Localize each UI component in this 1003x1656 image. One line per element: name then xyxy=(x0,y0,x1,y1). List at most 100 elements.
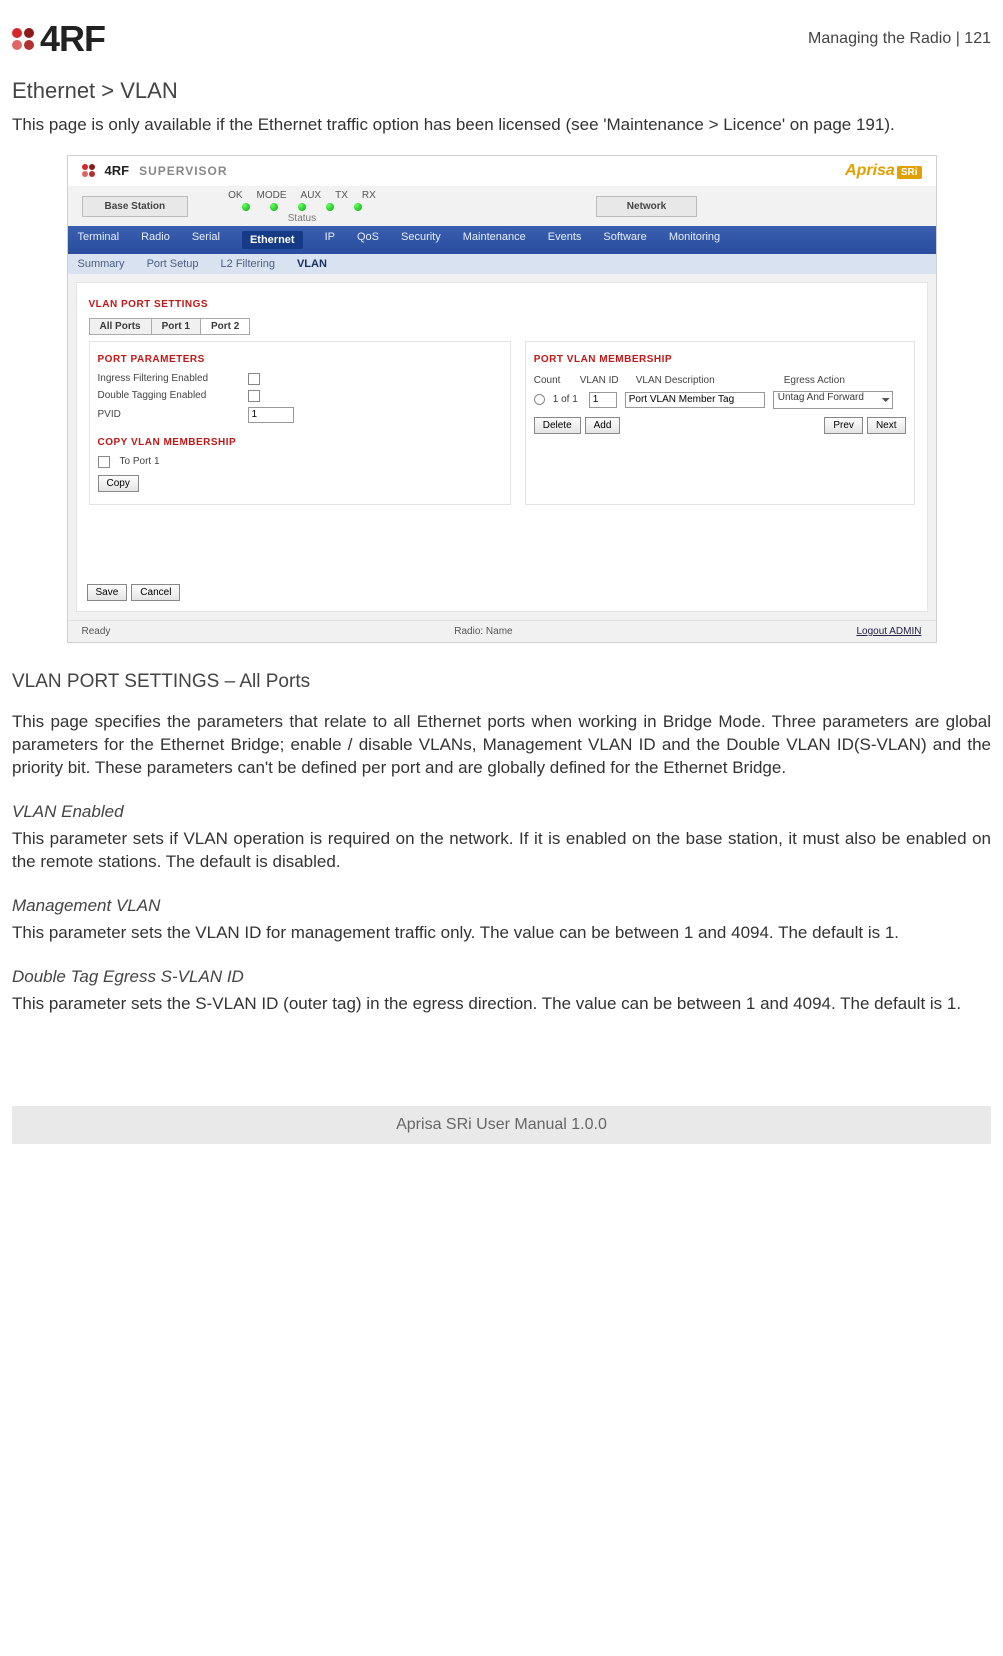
param-heading: VLAN Enabled xyxy=(12,802,991,822)
app-header: 4RF SUPERVISOR AprisaSRi xyxy=(68,156,936,186)
doubletag-checkbox[interactable] xyxy=(248,390,260,402)
membership-row: 1 of 1 Untag And Forward xyxy=(534,391,906,409)
nav-item-ethernet[interactable]: Ethernet xyxy=(242,231,303,249)
status-led-icon xyxy=(354,203,362,211)
led-label: MODE xyxy=(257,190,287,201)
delete-button[interactable]: Delete xyxy=(534,417,581,434)
led-label: AUX xyxy=(301,190,322,201)
nav-item-monitoring[interactable]: Monitoring xyxy=(669,231,720,249)
egress-select[interactable]: Untag And Forward xyxy=(773,391,893,409)
subnav-summary[interactable]: Summary xyxy=(78,258,125,270)
aprisa-text: Aprisa xyxy=(845,162,895,179)
add-button[interactable]: Add xyxy=(585,417,621,434)
base-station-label: Base Station xyxy=(82,196,189,217)
port-parameters: PORT PARAMETERS Ingress Filtering Enable… xyxy=(89,341,511,505)
page-title: Ethernet > VLAN xyxy=(12,78,991,104)
save-button[interactable]: Save xyxy=(87,584,128,601)
col-egress: Egress Action xyxy=(784,375,894,386)
logout-link[interactable]: Logout ADMIN xyxy=(856,626,921,637)
supervisor-brand: 4RF SUPERVISOR xyxy=(82,163,228,178)
param-pvid: PVID xyxy=(98,407,502,423)
port-params-title: PORT PARAMETERS xyxy=(98,354,502,365)
port-vlan-membership: PORT VLAN MEMBERSHIP Count VLAN ID VLAN … xyxy=(525,341,915,505)
param-label: Ingress Filtering Enabled xyxy=(98,373,248,384)
status-led-icon xyxy=(326,203,334,211)
param-body: This parameter sets the VLAN ID for mana… xyxy=(12,922,991,945)
tab-port-2[interactable]: Port 2 xyxy=(200,318,250,335)
copy-to-label: To Port 1 xyxy=(120,456,160,467)
network-label: Network xyxy=(596,196,697,217)
supervisor-app: 4RF SUPERVISOR AprisaSRi Base Station OK… xyxy=(67,155,937,643)
vlan-desc-input[interactable] xyxy=(625,392,765,408)
status-led-icon xyxy=(270,203,278,211)
led-label: TX xyxy=(335,190,348,201)
supervisor-brand-text: 4RF xyxy=(105,163,130,178)
copy-to-row: To Port 1 xyxy=(98,456,502,468)
status-led-icon xyxy=(298,203,306,211)
subnav-l2-filtering[interactable]: L2 Filtering xyxy=(221,258,275,270)
nav-item-maintenance[interactable]: Maintenance xyxy=(463,231,526,249)
subnav-port-setup[interactable]: Port Setup xyxy=(147,258,199,270)
aprisa-sri-badge: SRi xyxy=(897,166,922,179)
membership-buttons: Delete Add Prev Next xyxy=(534,417,906,434)
ingress-checkbox[interactable] xyxy=(248,373,260,385)
logo-dots-icon xyxy=(82,164,95,177)
led-label: RX xyxy=(362,190,376,201)
aprisa-badge: AprisaSRi xyxy=(845,162,921,180)
copy-membership: COPY VLAN MEMBERSHIP To Port 1 Copy xyxy=(98,437,502,492)
status-ready: Ready xyxy=(82,626,111,637)
nav-item-ip[interactable]: IP xyxy=(325,231,335,249)
col-vlan-id: VLAN ID xyxy=(580,375,628,386)
tab-port-1[interactable]: Port 1 xyxy=(151,318,201,335)
nav-item-events[interactable]: Events xyxy=(548,231,582,249)
param-ingress: Ingress Filtering Enabled xyxy=(98,373,502,385)
param-label: PVID xyxy=(98,409,248,420)
app-statusbar: Ready Radio: Name Logout ADMIN xyxy=(68,620,936,642)
page-header: 4RF Managing the Radio | 121 xyxy=(12,18,991,60)
brand-text: 4RF xyxy=(40,18,105,60)
nav-item-software[interactable]: Software xyxy=(603,231,646,249)
secondary-nav: Summary Port Setup L2 Filtering VLAN xyxy=(68,254,936,274)
nav-item-radio[interactable]: Radio xyxy=(141,231,170,249)
row-radio[interactable] xyxy=(534,394,545,405)
cancel-button[interactable]: Cancel xyxy=(131,584,180,601)
col-count: Count xyxy=(534,375,572,386)
egress-value: Untag And Forward xyxy=(778,392,864,403)
row-count: 1 of 1 xyxy=(553,394,581,405)
brand-logo: 4RF xyxy=(12,18,105,60)
status-led-icon xyxy=(242,203,250,211)
prev-button[interactable]: Prev xyxy=(824,417,863,434)
next-button[interactable]: Next xyxy=(867,417,906,434)
section-body: This page specifies the parameters that … xyxy=(12,711,991,780)
led-label: OK xyxy=(228,190,242,201)
vlan-id-input[interactable] xyxy=(589,392,617,408)
subnav-vlan[interactable]: VLAN xyxy=(297,258,327,270)
status-caption: Status xyxy=(288,213,316,224)
param-label: Double Tagging Enabled xyxy=(98,390,248,401)
tab-all-ports[interactable]: All Ports xyxy=(89,318,152,335)
nav-item-serial[interactable]: Serial xyxy=(192,231,220,249)
membership-title: PORT VLAN MEMBERSHIP xyxy=(534,354,906,365)
membership-header: Count VLAN ID VLAN Description Egress Ac… xyxy=(534,373,906,388)
copy-title: COPY VLAN MEMBERSHIP xyxy=(98,437,502,448)
primary-nav: Terminal Radio Serial Ethernet IP QoS Se… xyxy=(68,226,936,254)
param-body: This parameter sets if VLAN operation is… xyxy=(12,828,991,874)
page-location: Managing the Radio | 121 xyxy=(808,30,991,48)
port-tabs: All Ports Port 1 Port 2 xyxy=(89,318,915,335)
pvid-input[interactable] xyxy=(248,407,294,423)
section-heading: VLAN PORT SETTINGS – All Ports xyxy=(12,671,991,693)
nav-item-qos[interactable]: QoS xyxy=(357,231,379,249)
status-row: Base Station OK MODE AUX TX RX Status Ne… xyxy=(68,186,936,226)
status-leds: OK MODE AUX TX RX Status xyxy=(228,190,376,224)
copy-button[interactable]: Copy xyxy=(98,475,139,492)
intro-paragraph: This page is only available if the Ether… xyxy=(12,114,991,137)
section-title: VLAN PORT SETTINGS xyxy=(89,299,915,310)
param-heading: Management VLAN xyxy=(12,896,991,916)
copy-to-checkbox[interactable] xyxy=(98,456,110,468)
nav-item-terminal[interactable]: Terminal xyxy=(78,231,120,249)
nav-item-security[interactable]: Security xyxy=(401,231,441,249)
param-body: This parameter sets the S-VLAN ID (outer… xyxy=(12,993,991,1016)
main-panel: VLAN PORT SETTINGS All Ports Port 1 Port… xyxy=(76,282,928,612)
status-radio-name: Radio: Name xyxy=(454,626,512,637)
param-doubletag: Double Tagging Enabled xyxy=(98,390,502,402)
